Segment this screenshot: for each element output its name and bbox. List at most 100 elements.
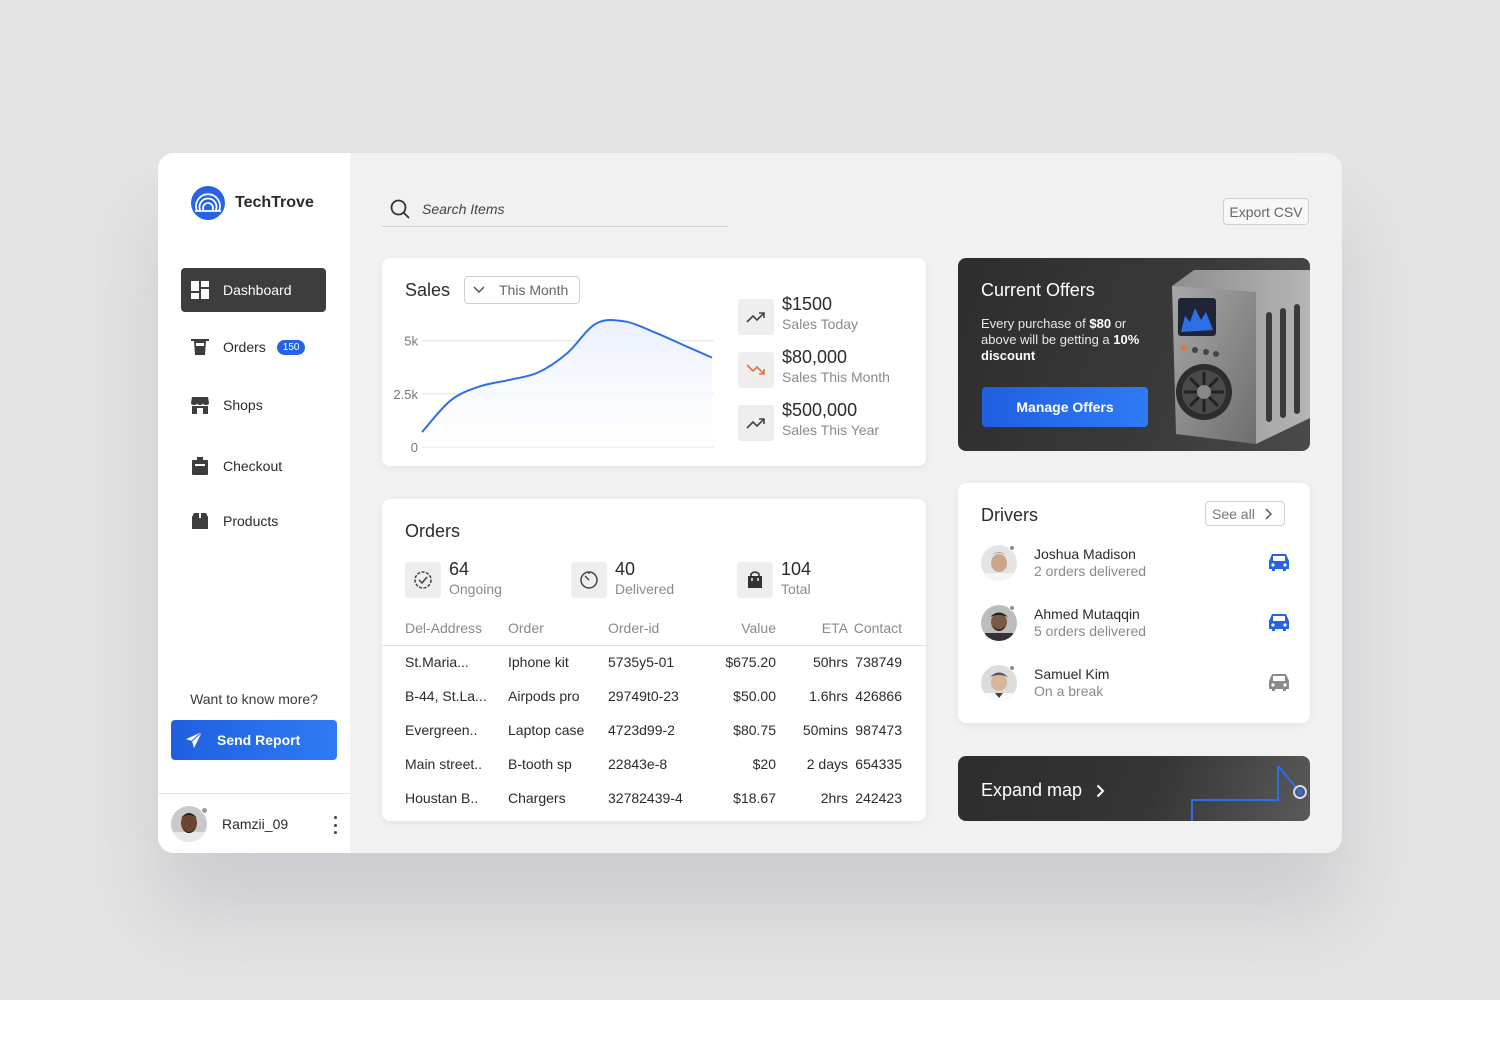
sales-chart: 0 2.5k 5k: [393, 318, 714, 455]
sidebar-item-dashboard[interactable]: Dashboard: [181, 268, 326, 312]
send-report-button[interactable]: Send Report: [171, 720, 337, 760]
column-header[interactable]: Order: [508, 611, 608, 646]
offers-description: Every purchase of $80 or above will be g…: [981, 316, 1140, 363]
avatar[interactable]: [171, 805, 208, 842]
car-icon: [1269, 674, 1289, 691]
sidebar-item-checkout[interactable]: Checkout: [181, 444, 326, 488]
status-dot: [1009, 665, 1015, 671]
table-cell: $675.20: [725, 654, 776, 671]
table-cell: $18.67: [733, 790, 776, 806]
stat-label: Delivered: [615, 581, 675, 597]
send-report-label: Send Report: [217, 732, 301, 748]
driver-item[interactable]: Samuel Kim On a break: [981, 663, 1291, 703]
table-cell: Airpods pro: [508, 688, 580, 704]
table-cell: 29749t0-23: [608, 688, 679, 704]
table-cell: B-tooth sp: [508, 756, 572, 772]
stat-label: Ongoing: [449, 581, 502, 597]
drivers-title: Drivers: [981, 505, 1038, 525]
table-row[interactable]: Houstan B.. Chargers 32782439-4 $18.67 2…: [382, 781, 926, 815]
stat-value: $500,000: [782, 400, 858, 420]
clock-check-icon: [405, 562, 441, 598]
chevron-down-icon: [473, 286, 485, 294]
table-cell: 22843e-8: [608, 756, 668, 772]
table-cell: Chargers: [508, 790, 566, 806]
know-more-text: Want to know more?: [190, 691, 318, 707]
current-offers-card: Current Offers Every purchase of $80 or …: [958, 258, 1310, 451]
manage-offers-button[interactable]: Manage Offers: [982, 387, 1148, 427]
driver-name: Ahmed Mutaqqin: [1034, 606, 1140, 622]
column-header[interactable]: Order-id: [608, 611, 704, 646]
sidebar-item-label: Shops: [223, 397, 263, 413]
timer-icon: [571, 562, 607, 598]
app-name: TechTrove: [235, 194, 314, 211]
more-options-icon[interactable]: [332, 816, 338, 834]
stat-label: Sales Today: [782, 316, 859, 332]
sidebar-item-products[interactable]: Products: [181, 499, 326, 543]
orders-title: Orders: [405, 521, 461, 541]
table-row[interactable]: Main street.. B-tooth sp 22843e-8 $20 2 …: [382, 747, 926, 781]
stat-value: $1500: [782, 294, 833, 314]
expand-map-button[interactable]: Expand map: [958, 756, 1310, 821]
stat-value: 40: [615, 559, 636, 579]
offers-title: Current Offers: [981, 280, 1095, 300]
driver-item[interactable]: Ahmed Mutaqqin 5 orders delivered: [981, 603, 1291, 643]
sales-today-stat: $1500 Sales Today: [738, 294, 858, 335]
y-tick-label: 0: [411, 440, 418, 455]
period-select-value: This Month: [499, 282, 569, 298]
table-cell: Houstan B..: [405, 790, 479, 806]
avatar: [981, 605, 1017, 641]
column-header[interactable]: Contact: [848, 611, 926, 646]
logo[interactable]: TechTrove: [190, 185, 314, 221]
table-cell: Iphone kit: [508, 654, 569, 671]
avatar: [981, 665, 1017, 701]
table-cell: B-44, St.La...: [405, 688, 487, 704]
chevron-right-icon: [1265, 507, 1273, 520]
paper-plane-icon: [185, 731, 203, 749]
driver-item[interactable]: Joshua Madison 2 orders delivered: [981, 543, 1291, 583]
table-cell: 242423: [855, 790, 902, 806]
sidebar-item-shops[interactable]: Shops: [181, 383, 326, 427]
column-header[interactable]: Value: [704, 611, 776, 646]
sales-title: Sales: [405, 280, 451, 300]
column-header[interactable]: ETA: [776, 611, 848, 646]
trend-down-icon: [738, 352, 774, 388]
period-select[interactable]: This Month: [464, 276, 580, 304]
search-input[interactable]: [422, 200, 702, 217]
stat-value: 64: [449, 559, 470, 579]
table-cell: Evergreen..: [405, 722, 478, 738]
ongoing-stat: 64 Ongoing: [405, 559, 502, 598]
column-header[interactable]: Del-Address: [382, 611, 508, 646]
table-cell: 987473: [855, 722, 902, 738]
table-cell: $50.00: [733, 688, 776, 704]
dashboard-icon: [190, 280, 210, 300]
sidebar-item-orders[interactable]: Orders 150: [181, 325, 326, 369]
trend-up-icon: [738, 299, 774, 335]
table-cell: 50mins: [802, 722, 848, 738]
orders-count-badge: 150: [276, 339, 306, 355]
table-row[interactable]: St.Maria... Iphone kit 5735y5-01 $675.20…: [382, 645, 926, 679]
stat-label: Sales This Year: [782, 422, 880, 438]
table-cell: $80.75: [733, 722, 776, 738]
status-dot: [201, 806, 208, 814]
trend-up-icon: [738, 405, 774, 441]
sidebar: TechTrove Dashboard Orders 150 Shops Che…: [158, 153, 350, 853]
table-cell: $20: [752, 756, 776, 772]
basket-icon: [190, 337, 210, 357]
see-all-button[interactable]: See all: [1205, 501, 1285, 526]
table-cell: 32782439-4: [608, 790, 683, 806]
search-bar[interactable]: [382, 191, 728, 227]
driver-status: 5 orders delivered: [1034, 623, 1147, 639]
export-csv-button[interactable]: Export CSV: [1223, 198, 1309, 225]
stat-label: Total: [781, 581, 811, 597]
table-row[interactable]: B-44, St.La... Airpods pro 29749t0-23 $5…: [382, 679, 926, 713]
sidebar-item-label: Checkout: [223, 458, 283, 474]
user-name: Ramzii_09: [222, 815, 289, 832]
table-cell: 1.6hrs: [809, 688, 848, 704]
car-icon: [1269, 614, 1289, 631]
sales-month-stat: $80,000 Sales This Month: [738, 347, 890, 388]
sidebar-item-label: Orders: [223, 339, 266, 355]
expand-map-label: Expand map: [981, 780, 1083, 800]
shop-icon: [190, 395, 210, 415]
user-profile[interactable]: Ramzii_09: [158, 793, 350, 853]
table-row[interactable]: Evergreen.. Laptop case 4723d99-2 $80.75…: [382, 713, 926, 747]
